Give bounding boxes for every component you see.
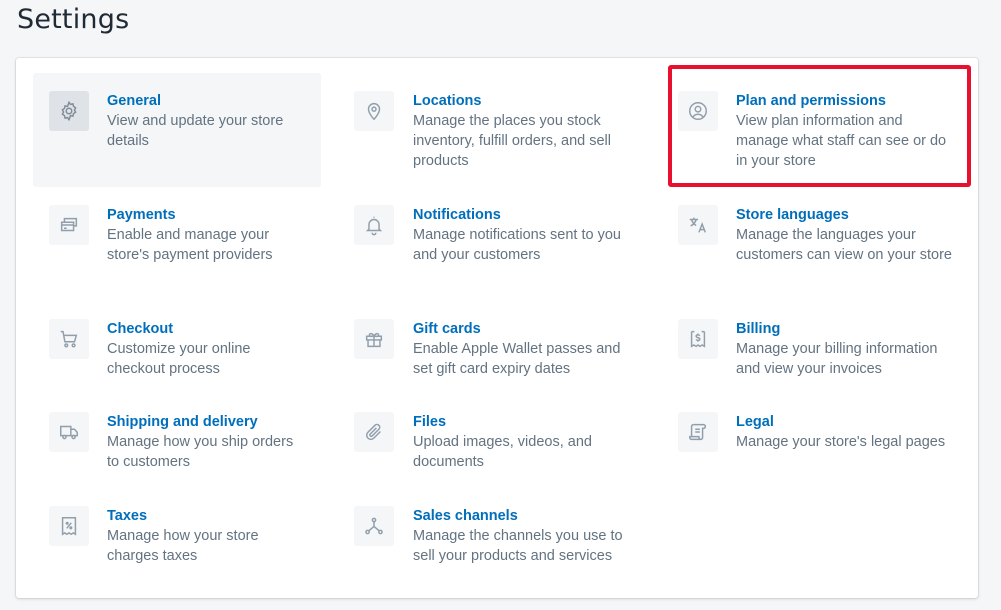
setting-general[interactable]: General View and update your store detai… bbox=[33, 73, 321, 187]
setting-description: Manage your billing information and view… bbox=[736, 341, 938, 377]
setting-description: Manage the places you stock inventory, f… bbox=[413, 113, 611, 169]
setting-description: Manage the channels you use to sell your… bbox=[413, 528, 623, 564]
setting-locations[interactable]: Locations Manage the places you stock in… bbox=[338, 73, 638, 187]
receipt-dollar-icon bbox=[678, 319, 718, 359]
setting-title: Checkout bbox=[107, 321, 174, 337]
setting-description: Manage notifications sent to you and you… bbox=[413, 227, 621, 263]
truck-icon bbox=[49, 412, 89, 452]
cart-icon bbox=[49, 319, 89, 359]
tax-percent-icon bbox=[49, 506, 89, 546]
setting-title: Taxes bbox=[107, 508, 148, 524]
setting-checkout[interactable]: Checkout Customize your online checkout … bbox=[33, 301, 321, 385]
setting-description: Enable and manage your store's payment p… bbox=[107, 227, 273, 263]
setting-notifications[interactable]: Notifications Manage notifications sent … bbox=[338, 187, 638, 291]
setting-title: Sales channels bbox=[413, 508, 518, 524]
setting-title: Plan and permissions bbox=[736, 93, 886, 109]
setting-title: Payments bbox=[107, 207, 176, 223]
setting-description: Upload images, videos, and documents bbox=[413, 434, 592, 470]
setting-description: Customize your online checkout process bbox=[107, 341, 251, 377]
setting-plan-and-permissions[interactable]: Plan and permissions View plan informati… bbox=[662, 73, 962, 187]
channels-icon bbox=[354, 506, 394, 546]
paperclip-icon bbox=[354, 412, 394, 452]
user-circle-icon bbox=[678, 91, 718, 131]
setting-title: Notifications bbox=[413, 207, 501, 223]
translate-icon bbox=[678, 205, 718, 245]
setting-payments[interactable]: Payments Enable and manage your store's … bbox=[33, 187, 321, 291]
document-icon bbox=[678, 412, 718, 452]
gear-icon bbox=[49, 91, 89, 131]
setting-title: Shipping and delivery bbox=[107, 414, 258, 430]
setting-description: Manage how your store charges taxes bbox=[107, 528, 259, 564]
setting-title: Legal bbox=[736, 414, 774, 430]
setting-taxes[interactable]: Taxes Manage how your store charges taxe… bbox=[33, 488, 321, 578]
gift-icon bbox=[354, 319, 394, 359]
page-title: Settings bbox=[17, 4, 130, 35]
setting-shipping-and-delivery[interactable]: Shipping and delivery Manage how you shi… bbox=[33, 394, 321, 478]
setting-title: General bbox=[107, 93, 161, 109]
setting-description: View and update your store details bbox=[107, 113, 284, 149]
location-pin-icon bbox=[354, 91, 394, 131]
setting-gift-cards[interactable]: Gift cards Enable Apple Wallet passes an… bbox=[338, 301, 638, 385]
setting-title: Locations bbox=[413, 93, 482, 109]
setting-sales-channels[interactable]: Sales channels Manage the channels you u… bbox=[338, 488, 638, 578]
setting-title: Files bbox=[413, 414, 447, 430]
setting-description: View plan information and manage what st… bbox=[736, 113, 947, 169]
setting-legal[interactable]: Legal Manage your store's legal pages bbox=[662, 394, 962, 478]
bell-icon bbox=[354, 205, 394, 245]
setting-description: Manage how you ship orders to customers bbox=[107, 434, 294, 470]
setting-store-languages[interactable]: Store languages Manage the languages you… bbox=[662, 187, 962, 291]
setting-billing[interactable]: Billing Manage your billing information … bbox=[662, 301, 962, 385]
setting-description: Manage your store's legal pages bbox=[736, 434, 946, 450]
setting-title: Billing bbox=[736, 321, 781, 337]
setting-files[interactable]: Files Upload images, videos, and documen… bbox=[338, 394, 638, 478]
setting-title: Store languages bbox=[736, 207, 849, 223]
setting-title: Gift cards bbox=[413, 321, 481, 337]
setting-description: Enable Apple Wallet passes and set gift … bbox=[413, 341, 621, 377]
setting-description: Manage the languages your customers can … bbox=[736, 227, 952, 263]
credit-card-icon bbox=[49, 205, 89, 245]
